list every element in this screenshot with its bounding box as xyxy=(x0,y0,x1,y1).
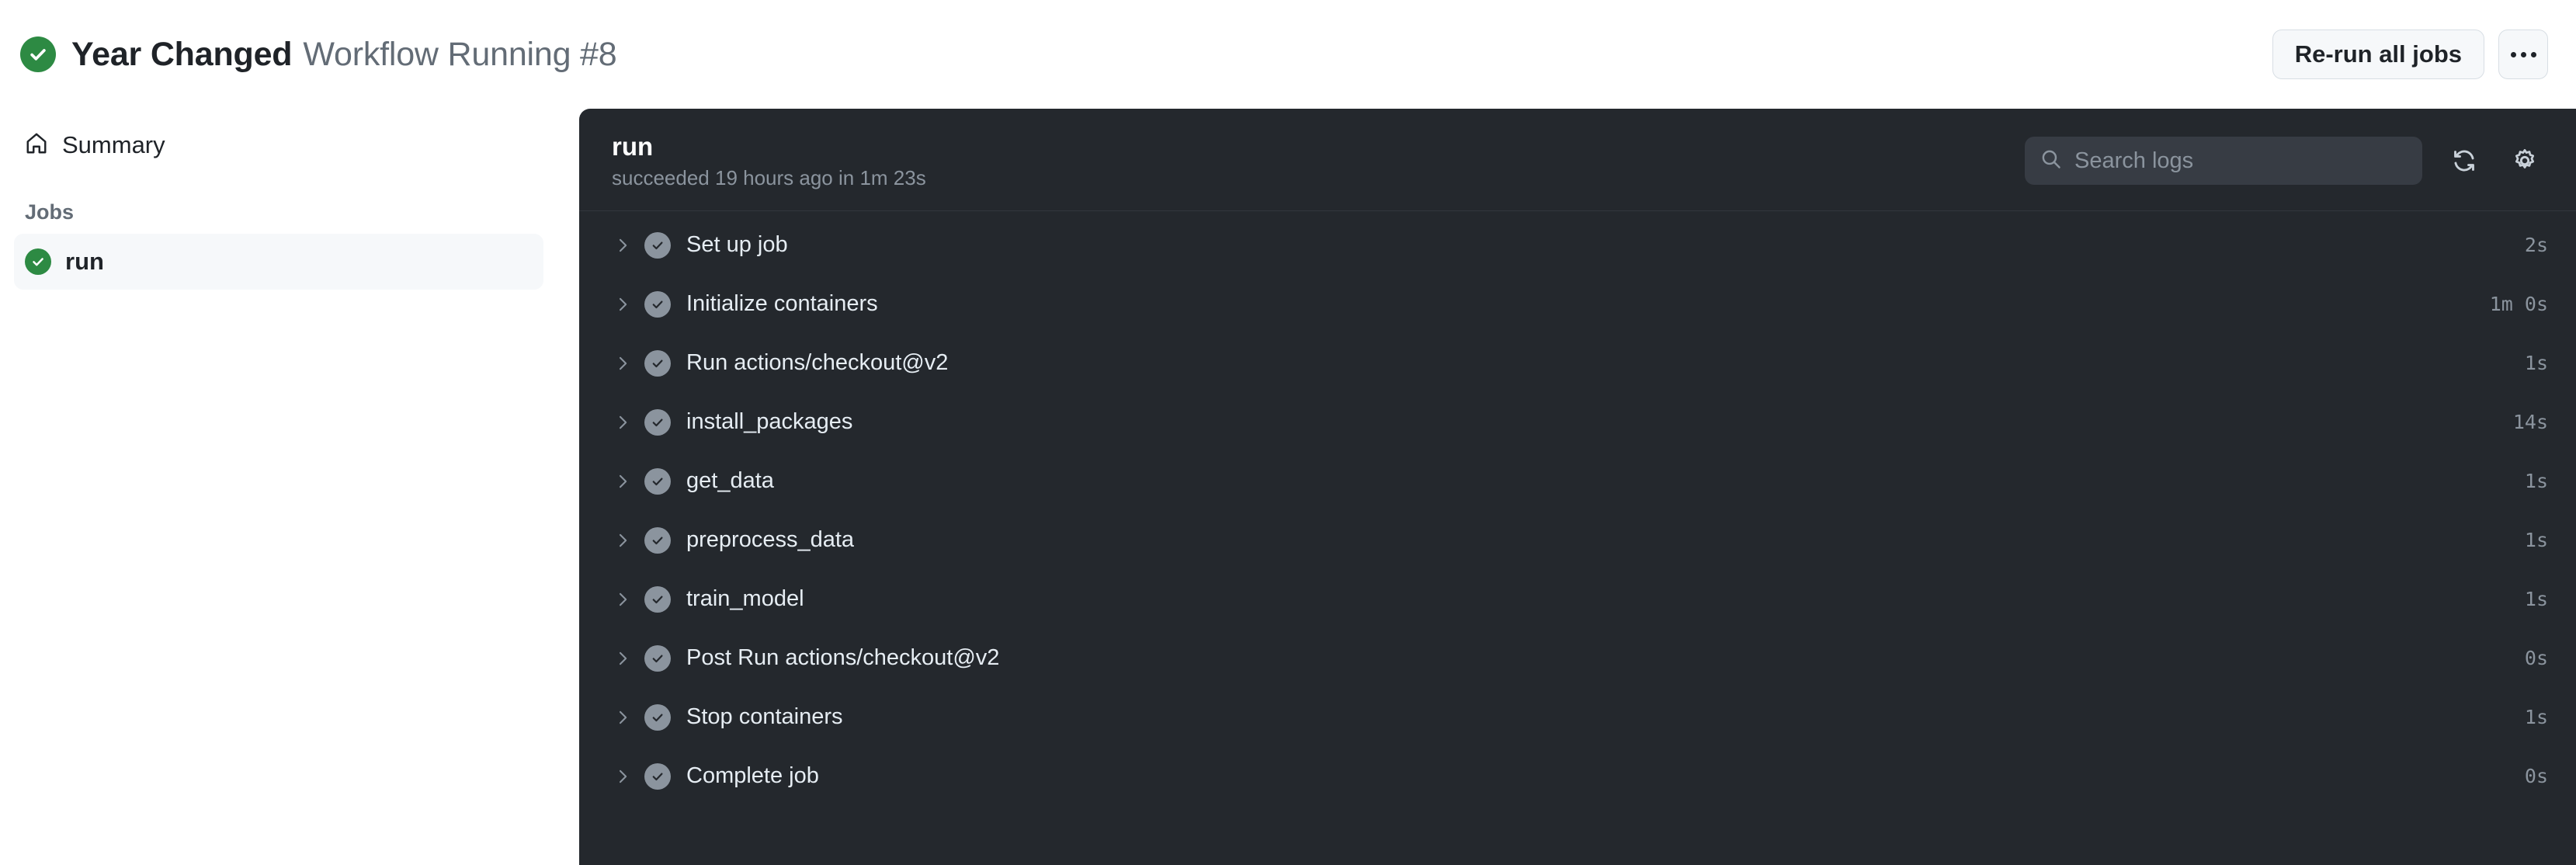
kebab-dot xyxy=(2530,51,2536,57)
kebab-horizontal-icon[interactable] xyxy=(2498,30,2548,79)
check-circle-fill-icon xyxy=(644,290,671,318)
chevron-right-icon[interactable] xyxy=(612,650,634,667)
chevron-right-icon[interactable] xyxy=(612,709,634,726)
log-step-row[interactable]: Post Run actions/checkout@v2 0s xyxy=(579,629,2576,688)
check-circle-fill-icon xyxy=(25,248,51,275)
check-circle-fill-icon xyxy=(644,526,671,554)
page-title: Year Changed Workflow Running #8 xyxy=(71,36,617,74)
log-step-duration: 0s xyxy=(2524,765,2548,788)
log-job-title: run xyxy=(612,132,654,161)
chevron-right-icon[interactable] xyxy=(612,414,634,431)
log-step-row[interactable]: preprocess_data 1s xyxy=(579,511,2576,570)
workflow-name: Year Changed xyxy=(71,35,293,73)
log-header: run succeeded 19 hours ago in 1m 23s xyxy=(579,109,2576,211)
log-step-duration: 1s xyxy=(2524,470,2548,493)
log-step-name: Post Run actions/checkout@v2 xyxy=(686,645,1000,671)
check-circle-fill-icon xyxy=(644,231,671,259)
chevron-right-icon[interactable] xyxy=(612,296,634,313)
chevron-right-icon[interactable] xyxy=(612,532,634,549)
sidebar-job-label: run xyxy=(65,248,104,275)
chevron-right-icon[interactable] xyxy=(612,473,634,490)
log-step-name: preprocess_data xyxy=(686,527,855,553)
log-step-row[interactable]: train_model 1s xyxy=(579,570,2576,629)
log-panel: run succeeded 19 hours ago in 1m 23s Sea… xyxy=(579,109,2576,865)
log-step-duration: 1s xyxy=(2524,706,2548,729)
check-circle-fill-icon xyxy=(644,763,671,790)
sidebar-item-summary[interactable]: Summary xyxy=(14,123,543,168)
log-step-name: get_data xyxy=(686,468,774,494)
chevron-right-icon[interactable] xyxy=(612,591,634,608)
log-step-row[interactable]: Initialize containers 1m 0s xyxy=(579,275,2576,334)
log-step-name: Stop containers xyxy=(686,704,843,730)
log-step-row[interactable]: Set up job 2s xyxy=(579,216,2576,275)
page-header: Year Changed Workflow Running #8 Re-run … xyxy=(0,0,2576,109)
log-header-titles: run succeeded 19 hours ago in 1m 23s xyxy=(612,132,926,190)
kebab-dot xyxy=(2510,51,2516,57)
sync-icon[interactable] xyxy=(2446,142,2483,179)
log-step-name: train_model xyxy=(686,586,804,612)
log-job-status: succeeded 19 hours ago in 1m 23s xyxy=(612,165,926,189)
log-step-duration: 1s xyxy=(2524,588,2548,611)
log-header-controls xyxy=(2025,137,2543,186)
check-circle-fill-icon xyxy=(644,467,671,495)
search-icon xyxy=(2040,148,2062,174)
log-step-name: Set up job xyxy=(686,232,788,258)
log-step-row[interactable]: Stop containers 1s xyxy=(579,688,2576,747)
log-step-row[interactable]: get_data 1s xyxy=(579,452,2576,511)
log-step-name: Initialize containers xyxy=(686,291,878,317)
sidebar-item-job-run[interactable]: run xyxy=(14,234,543,290)
check-circle-fill-icon xyxy=(644,703,671,731)
check-circle-icon xyxy=(20,36,56,72)
log-step-duration: 14s xyxy=(2512,411,2548,434)
log-step-name: Complete job xyxy=(686,763,819,789)
gear-icon[interactable] xyxy=(2506,142,2543,179)
log-step-duration: 0s xyxy=(2524,647,2548,670)
log-steps-list: Set up job 2s Initialize containers 1m 0s Ru… xyxy=(579,211,2576,806)
log-step-duration: 2s xyxy=(2524,234,2548,257)
search-logs-input[interactable] xyxy=(2074,148,2407,174)
home-icon xyxy=(25,132,48,159)
check-circle-fill-icon xyxy=(644,408,671,436)
check-circle-fill-icon xyxy=(644,349,671,377)
sidebar-section-jobs: Jobs xyxy=(25,200,75,224)
header-actions: Re-run all jobs xyxy=(2272,30,2548,79)
log-step-row[interactable]: install_packages 14s xyxy=(579,393,2576,452)
sidebar: Summary Jobs run xyxy=(0,109,579,290)
chevron-right-icon[interactable] xyxy=(612,237,634,254)
sidebar-item-label: Summary xyxy=(62,131,165,158)
log-step-duration: 1m 0s xyxy=(2489,293,2548,316)
search-logs-box[interactable] xyxy=(2025,137,2422,186)
log-step-duration: 1s xyxy=(2524,529,2548,552)
log-step-row[interactable]: Run actions/checkout@v2 1s xyxy=(579,334,2576,393)
check-circle-fill-icon xyxy=(644,585,671,613)
chevron-right-icon[interactable] xyxy=(612,768,634,785)
log-step-row[interactable]: Complete job 0s xyxy=(579,747,2576,806)
log-step-duration: 1s xyxy=(2524,352,2548,375)
body-wrapper: Summary Jobs run run succeeded 19 hours … xyxy=(0,109,2576,865)
log-step-name: install_packages xyxy=(686,409,853,435)
workflow-run-subtitle: Workflow Running #8 xyxy=(303,35,617,73)
kebab-dot xyxy=(2520,51,2526,57)
log-step-name: Run actions/checkout@v2 xyxy=(686,350,949,376)
rerun-all-jobs-button[interactable]: Re-run all jobs xyxy=(2272,30,2484,79)
check-circle-fill-icon xyxy=(644,644,671,672)
chevron-right-icon[interactable] xyxy=(612,355,634,372)
